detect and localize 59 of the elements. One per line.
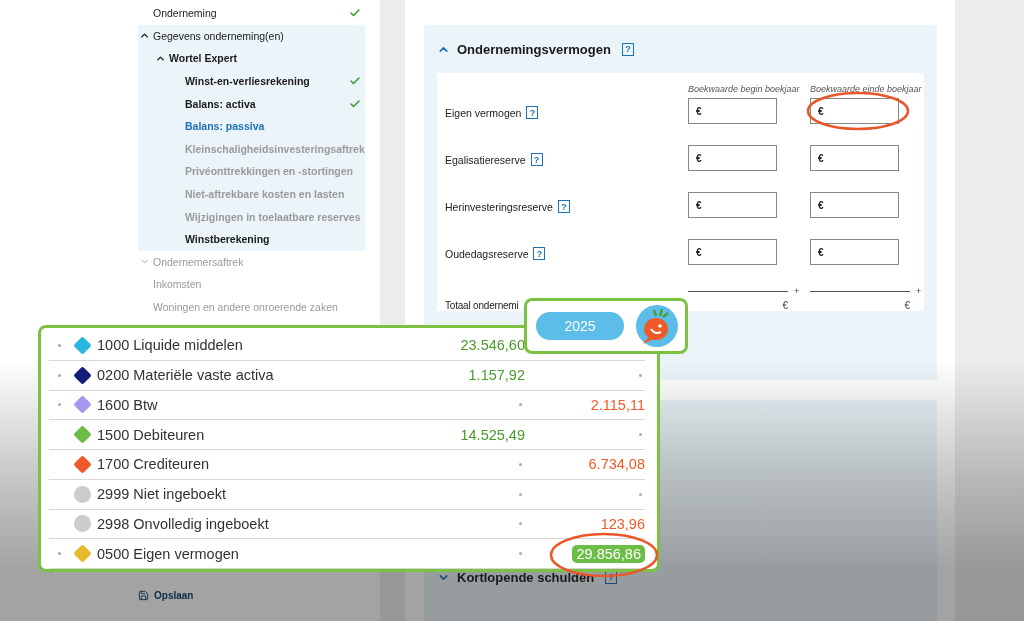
empty-dot-icon bbox=[639, 433, 642, 437]
amount-field[interactable]: € bbox=[688, 239, 777, 265]
empty-dot-icon bbox=[519, 492, 522, 496]
section-title: Kortlopende schulden bbox=[457, 569, 595, 585]
account-name: 2998 Onvolledig ingeboekt bbox=[96, 515, 270, 532]
help-icon[interactable]: ? bbox=[621, 42, 634, 56]
account-name: 1500 Debiteuren bbox=[96, 426, 206, 443]
row-label: Egalisatiereserve bbox=[445, 153, 526, 166]
total-label: Totaal ondernemi bbox=[445, 299, 519, 311]
sidebar-item[interactable]: Winstberekening bbox=[138, 227, 365, 251]
empty-dot-icon bbox=[519, 462, 522, 466]
sidebar-item[interactable]: Onderneming bbox=[138, 2, 365, 25]
account-name: 1000 Liquide middelen bbox=[96, 337, 244, 354]
credit-amount: 2.115,11 bbox=[590, 396, 645, 413]
debit-amount: 23.546,60 bbox=[460, 337, 525, 354]
row-label: Eigen vermogen bbox=[445, 106, 522, 119]
account-name: 2999 Niet ingeboekt bbox=[96, 486, 227, 503]
amount-field[interactable]: € bbox=[688, 98, 777, 124]
account-name: 0500 Eigen vermogen bbox=[96, 545, 240, 562]
sidebar-item[interactable]: Wortel Expert bbox=[138, 47, 365, 70]
total-amount-badge: 29.856,86 bbox=[572, 544, 645, 563]
carrot-avatar-icon[interactable] bbox=[635, 304, 679, 348]
account-name: 1600 Btw bbox=[96, 396, 159, 413]
help-icon[interactable]: ? bbox=[557, 200, 570, 213]
currency-sign: € bbox=[782, 300, 788, 311]
credit-amount: 6.734,08 bbox=[588, 456, 645, 473]
currency-sign: € bbox=[904, 300, 910, 311]
amount-field[interactable]: € bbox=[810, 145, 899, 171]
row-label: Herinvesteringsreserve bbox=[445, 200, 553, 213]
amount-field[interactable]: € bbox=[810, 239, 899, 265]
empty-dot-icon bbox=[639, 492, 642, 496]
help-icon[interactable]: ? bbox=[533, 247, 546, 260]
amount-field[interactable]: € bbox=[688, 145, 777, 171]
amount-field[interactable]: € bbox=[810, 192, 899, 218]
plus-sign: + bbox=[794, 286, 800, 296]
row-label: Oudedagsreserve bbox=[445, 247, 529, 260]
help-icon[interactable]: ? bbox=[526, 106, 539, 119]
amount-field[interactable]: € bbox=[688, 192, 777, 218]
sidebar-item[interactable]: Gegevens onderneming(en) bbox=[138, 24, 365, 48]
account-name: 1700 Crediteuren bbox=[96, 456, 211, 473]
save-link[interactable]: Opslaan bbox=[154, 590, 194, 601]
debit-amount: 1.157,92 bbox=[468, 367, 525, 384]
column-header: Boekwaarde einde boekjaar bbox=[810, 83, 923, 96]
save-icon bbox=[138, 590, 149, 601]
empty-dot-icon bbox=[519, 522, 522, 526]
plus-sign: + bbox=[916, 286, 922, 296]
empty-dot-icon bbox=[519, 552, 522, 556]
account-name: 0200 Materiële vaste activa bbox=[96, 367, 275, 384]
empty-dot-icon bbox=[519, 403, 522, 407]
credit-amount: 123,96 bbox=[600, 515, 645, 532]
sidebar-item[interactable]: Winst-en-verliesrekening bbox=[138, 69, 365, 93]
sidebar-item[interactable]: Balans: activa bbox=[138, 92, 365, 115]
debit-amount: 14.525,49 bbox=[460, 426, 525, 443]
column-header: Boekwaarde begin boekjaar bbox=[688, 83, 801, 96]
empty-dot-icon bbox=[639, 373, 642, 377]
sidebar-item[interactable]: Balans: passiva bbox=[138, 114, 365, 138]
amount-field[interactable]: € bbox=[810, 98, 899, 124]
help-icon[interactable]: ? bbox=[530, 153, 543, 166]
section-title: Ondernemingsvermogen bbox=[457, 41, 611, 57]
